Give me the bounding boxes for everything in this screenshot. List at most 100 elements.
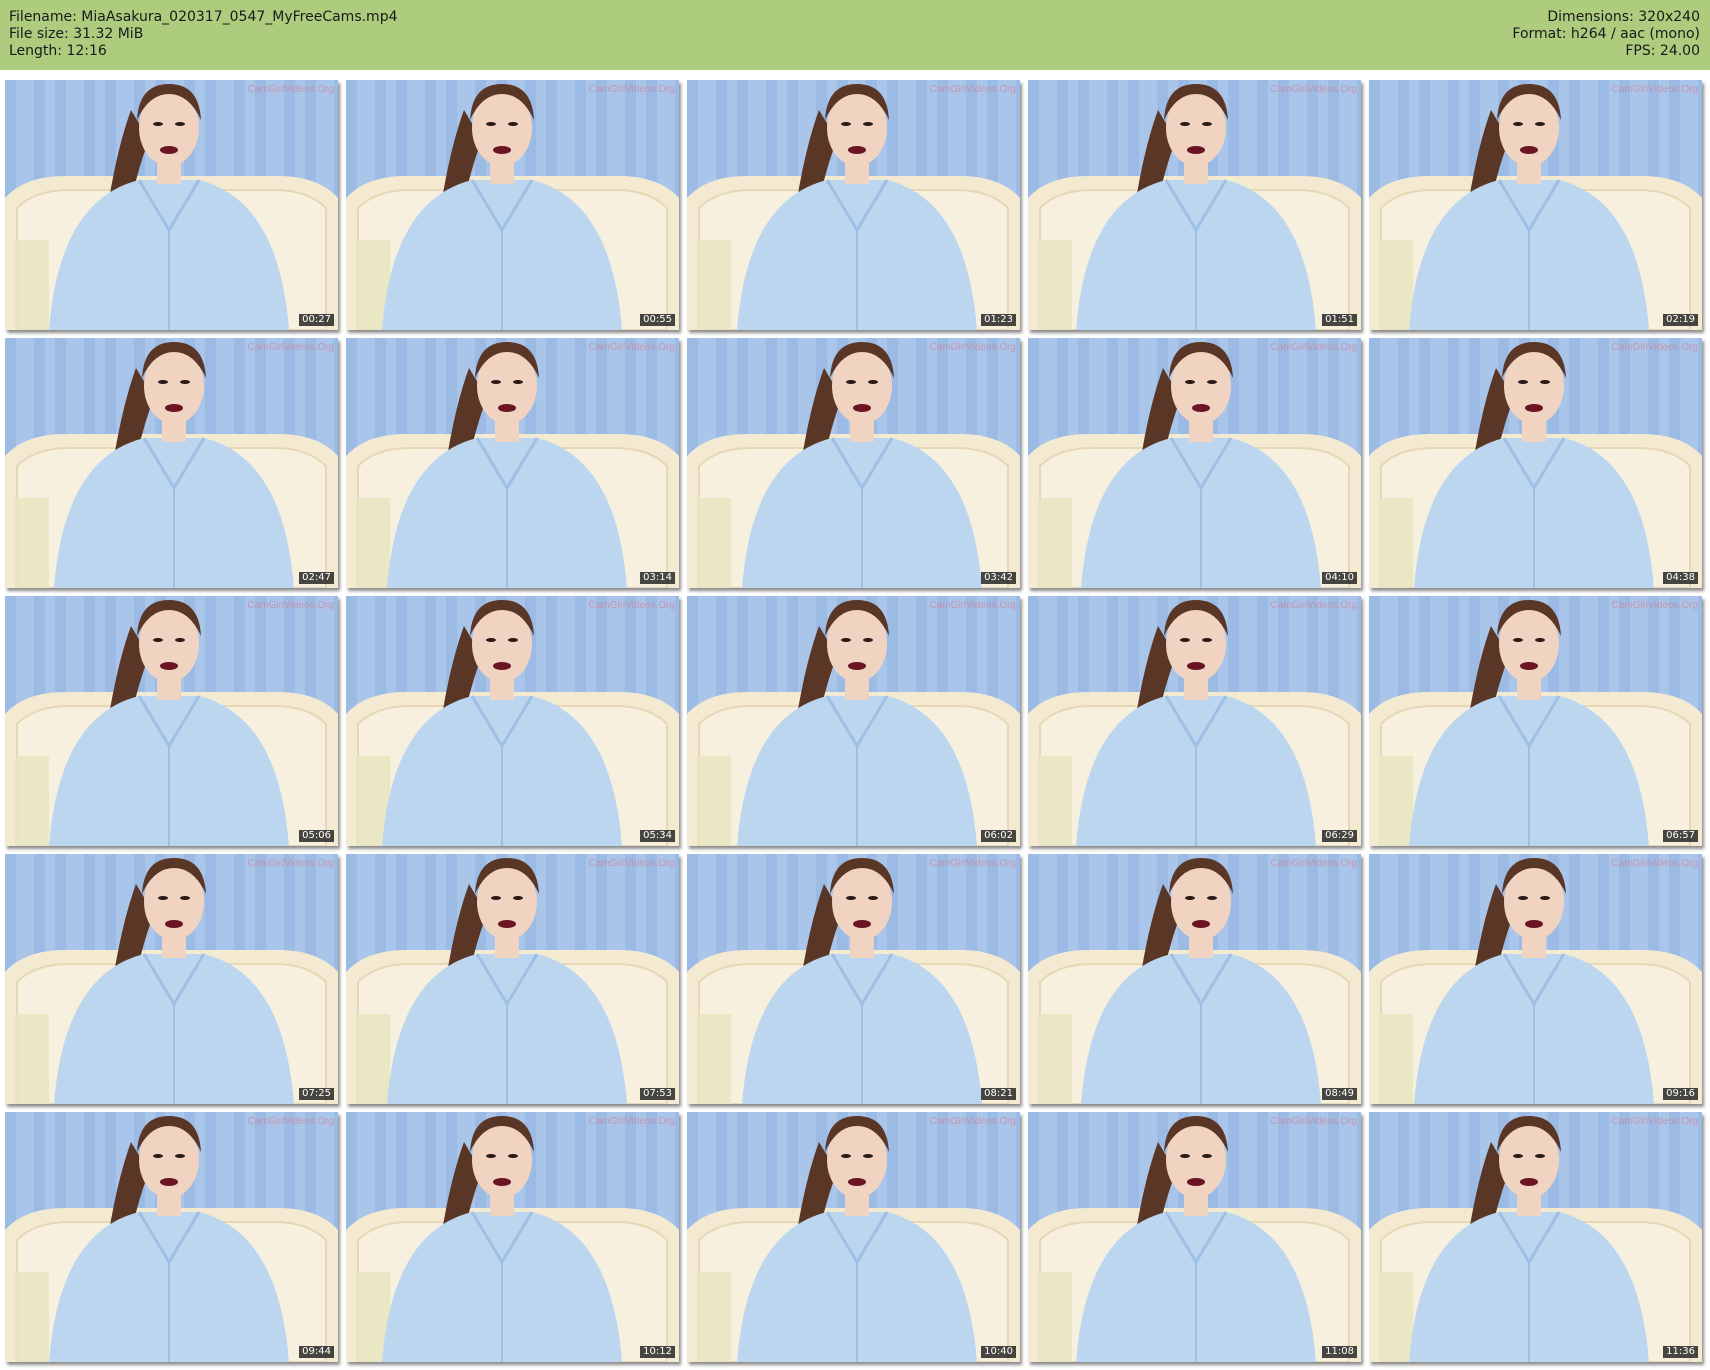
timestamp-label: 04:10 — [1322, 572, 1357, 584]
video-thumbnail[interactable]: CamGirlVideos.Org 02:19 — [1369, 80, 1702, 330]
video-thumbnail[interactable]: CamGirlVideos.Org 09:44 — [5, 1112, 338, 1362]
timestamp-label: 11:36 — [1663, 1346, 1698, 1358]
timestamp-label: 08:49 — [1322, 1088, 1357, 1100]
frame-image — [1369, 80, 1702, 330]
video-thumbnail[interactable]: CamGirlVideos.Org 07:25 — [5, 854, 338, 1104]
video-thumbnail[interactable]: CamGirlVideos.Org 04:38 — [1369, 338, 1702, 588]
timestamp-label: 03:14 — [640, 572, 675, 584]
timestamp-label: 00:27 — [299, 314, 334, 326]
thumbnail-grid: CamGirlVideos.Org 00:27 CamGirlVideos.Org 0… — [5, 80, 1705, 1365]
info-header: Filename: MiaAsakura_020317_0547_MyFreeC… — [0, 0, 1710, 70]
video-thumbnail[interactable]: CamGirlVideos.Org 10:40 — [687, 1112, 1020, 1362]
watermark-text: CamGirlVideos.Org — [1611, 600, 1698, 611]
watermark-text: CamGirlVideos.Org — [929, 600, 1016, 611]
video-thumbnail[interactable]: CamGirlVideos.Org 11:36 — [1369, 1112, 1702, 1362]
watermark-text: CamGirlVideos.Org — [588, 600, 675, 611]
watermark-text: CamGirlVideos.Org — [1270, 342, 1357, 353]
watermark-text: CamGirlVideos.Org — [247, 84, 334, 95]
video-thumbnail[interactable]: CamGirlVideos.Org 06:29 — [1028, 596, 1361, 846]
watermark-text: CamGirlVideos.Org — [588, 1116, 675, 1127]
frame-image — [346, 854, 679, 1104]
video-thumbnail[interactable]: CamGirlVideos.Org 05:06 — [5, 596, 338, 846]
video-thumbnail[interactable]: CamGirlVideos.Org 03:42 — [687, 338, 1020, 588]
frame-image — [346, 596, 679, 846]
watermark-text: CamGirlVideos.Org — [247, 858, 334, 869]
timestamp-label: 06:02 — [981, 830, 1016, 842]
watermark-text: CamGirlVideos.Org — [1611, 342, 1698, 353]
frame-image — [346, 1112, 679, 1362]
video-thumbnail[interactable]: CamGirlVideos.Org 07:53 — [346, 854, 679, 1104]
timestamp-label: 01:51 — [1322, 314, 1357, 326]
timestamp-label: 10:12 — [640, 1346, 675, 1358]
watermark-text: CamGirlVideos.Org — [929, 1116, 1016, 1127]
video-thumbnail[interactable]: CamGirlVideos.Org 00:55 — [346, 80, 679, 330]
frame-image — [687, 1112, 1020, 1362]
video-thumbnail[interactable]: CamGirlVideos.Org 00:27 — [5, 80, 338, 330]
video-thumbnail[interactable]: CamGirlVideos.Org 10:12 — [346, 1112, 679, 1362]
timestamp-label: 11:08 — [1322, 1346, 1357, 1358]
frame-image — [1028, 1112, 1361, 1362]
frame-image — [687, 854, 1020, 1104]
timestamp-label: 03:42 — [981, 572, 1016, 584]
frame-image — [346, 80, 679, 330]
frame-image — [1369, 338, 1702, 588]
video-thumbnail[interactable]: CamGirlVideos.Org 06:57 — [1369, 596, 1702, 846]
meta-format: Format: h264 / aac (mono) — [1512, 26, 1700, 42]
watermark-text: CamGirlVideos.Org — [1270, 600, 1357, 611]
timestamp-label: 07:53 — [640, 1088, 675, 1100]
video-thumbnail[interactable]: CamGirlVideos.Org 06:02 — [687, 596, 1020, 846]
watermark-text: CamGirlVideos.Org — [588, 858, 675, 869]
watermark-text: CamGirlVideos.Org — [247, 342, 334, 353]
frame-image — [687, 80, 1020, 330]
watermark-text: CamGirlVideos.Org — [1270, 84, 1357, 95]
video-thumbnail[interactable]: CamGirlVideos.Org 02:47 — [5, 338, 338, 588]
timestamp-label: 00:55 — [640, 314, 675, 326]
watermark-text: CamGirlVideos.Org — [929, 858, 1016, 869]
watermark-text: CamGirlVideos.Org — [929, 84, 1016, 95]
watermark-text: CamGirlVideos.Org — [1270, 1116, 1357, 1127]
timestamp-label: 09:16 — [1663, 1088, 1698, 1100]
frame-image — [1369, 854, 1702, 1104]
watermark-text: CamGirlVideos.Org — [588, 84, 675, 95]
timestamp-label: 04:38 — [1663, 572, 1698, 584]
video-thumbnail[interactable]: CamGirlVideos.Org 01:23 — [687, 80, 1020, 330]
video-thumbnail[interactable]: CamGirlVideos.Org 11:08 — [1028, 1112, 1361, 1362]
frame-image — [1028, 854, 1361, 1104]
timestamp-label: 05:06 — [299, 830, 334, 842]
video-thumbnail[interactable]: CamGirlVideos.Org 04:10 — [1028, 338, 1361, 588]
frame-image — [5, 596, 338, 846]
watermark-text: CamGirlVideos.Org — [588, 342, 675, 353]
frame-image — [5, 80, 338, 330]
video-thumbnail[interactable]: CamGirlVideos.Org 08:49 — [1028, 854, 1361, 1104]
video-thumbnail[interactable]: CamGirlVideos.Org 08:21 — [687, 854, 1020, 1104]
frame-image — [5, 854, 338, 1104]
frame-image — [687, 596, 1020, 846]
watermark-text: CamGirlVideos.Org — [929, 342, 1016, 353]
frame-image — [1028, 338, 1361, 588]
meta-length: Length: 12:16 — [9, 43, 107, 59]
timestamp-label: 08:21 — [981, 1088, 1016, 1100]
watermark-text: CamGirlVideos.Org — [247, 600, 334, 611]
frame-image — [1369, 1112, 1702, 1362]
frame-image — [1028, 596, 1361, 846]
frame-image — [1369, 596, 1702, 846]
video-thumbnail[interactable]: CamGirlVideos.Org 01:51 — [1028, 80, 1361, 330]
timestamp-label: 10:40 — [981, 1346, 1016, 1358]
watermark-text: CamGirlVideos.Org — [1611, 1116, 1698, 1127]
timestamp-label: 05:34 — [640, 830, 675, 842]
video-thumbnail[interactable]: CamGirlVideos.Org 05:34 — [346, 596, 679, 846]
frame-image — [346, 338, 679, 588]
video-thumbnail[interactable]: CamGirlVideos.Org 09:16 — [1369, 854, 1702, 1104]
timestamp-label: 09:44 — [299, 1346, 334, 1358]
meta-left: Filename: MiaAsakura_020317_0547_MyFreeC… — [9, 9, 398, 60]
watermark-text: CamGirlVideos.Org — [1611, 84, 1698, 95]
meta-filename: Filename: MiaAsakura_020317_0547_MyFreeC… — [9, 9, 398, 25]
meta-right: Dimensions: 320x240 Format: h264 / aac (… — [1512, 9, 1700, 60]
frame-image — [5, 1112, 338, 1362]
video-thumbnail[interactable]: CamGirlVideos.Org 03:14 — [346, 338, 679, 588]
timestamp-label: 06:29 — [1322, 830, 1357, 842]
meta-dimensions: Dimensions: 320x240 — [1547, 9, 1700, 25]
frame-image — [5, 338, 338, 588]
watermark-text: CamGirlVideos.Org — [247, 1116, 334, 1127]
timestamp-label: 07:25 — [299, 1088, 334, 1100]
